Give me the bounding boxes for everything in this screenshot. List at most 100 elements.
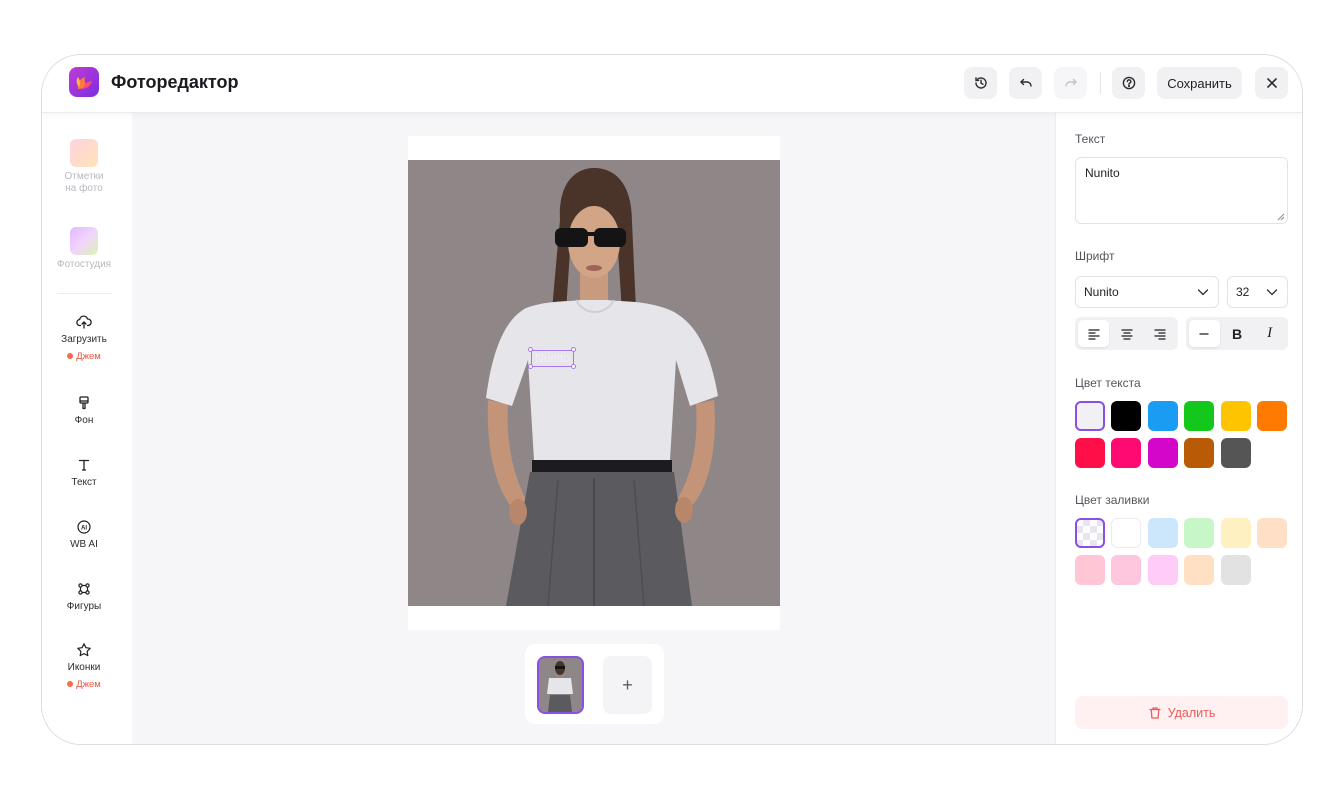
tool-background[interactable]: Фон <box>42 395 126 427</box>
canvas-area: Nunito + <box>132 113 1055 744</box>
text-color-swatch[interactable] <box>1147 401 1178 431</box>
svg-text:AI: AI <box>81 525 87 531</box>
align-center-button[interactable] <box>1111 320 1142 347</box>
fill-color-swatch[interactable] <box>1184 555 1215 585</box>
page-thumbnail[interactable] <box>537 656 584 714</box>
bold-button[interactable]: B <box>1222 320 1253 347</box>
text-align-group <box>1075 317 1178 350</box>
fill-color-swatch[interactable] <box>1075 518 1105 548</box>
no-style-button[interactable] <box>1189 320 1220 347</box>
italic-button[interactable]: I <box>1254 320 1285 347</box>
align-right-button[interactable] <box>1144 320 1175 347</box>
save-button[interactable]: Сохранить <box>1157 67 1242 99</box>
tool-text-label: Текст <box>71 477 97 488</box>
help-button[interactable] <box>1112 67 1145 99</box>
redo-icon <box>1064 78 1077 87</box>
text-input-value: Nunito <box>1085 166 1120 180</box>
resize-handle[interactable] <box>571 347 576 352</box>
text-color-swatch[interactable] <box>1075 401 1105 431</box>
tool-upload-label: Загрузить <box>61 334 107 345</box>
add-page-button[interactable]: + <box>603 656 652 714</box>
paint-brush-icon <box>79 396 89 410</box>
tool-icons[interactable]: Иконки Джем <box>42 642 126 692</box>
font-section-label: Шрифт <box>1075 249 1115 263</box>
resize-handle[interactable] <box>528 347 533 352</box>
trash-icon <box>1148 706 1161 719</box>
text-color-swatch[interactable] <box>1184 401 1215 431</box>
history-button[interactable] <box>964 67 997 99</box>
align-left-button[interactable] <box>1078 320 1109 347</box>
align-left-icon <box>1087 328 1100 340</box>
text-color-swatch[interactable] <box>1220 401 1251 431</box>
product-photo[interactable]: Nunito <box>408 160 780 606</box>
header: Фоторедактор Сохранить <box>42 55 1302 113</box>
font-select[interactable]: Nunito <box>1075 276 1219 308</box>
text-color-swatch[interactable] <box>1111 438 1142 468</box>
text-color-swatch[interactable] <box>1220 438 1251 468</box>
close-icon <box>1266 78 1277 88</box>
tool-studio-label: Фотостудия <box>56 259 112 270</box>
tool-tags[interactable]: Отметки на фото <box>42 139 126 195</box>
canvas-page[interactable]: Nunito <box>408 136 780 630</box>
left-toolbar: Отметки на фото Фотостудия Загрузить Дже… <box>42 113 132 744</box>
editor-window: Фоторедактор Сохранить Отметки на фото Ф… <box>41 54 1303 745</box>
text-color-swatch[interactable] <box>1257 401 1287 431</box>
tool-studio[interactable]: Фотостудия <box>42 227 126 271</box>
resize-grip-icon[interactable] <box>1277 213 1285 221</box>
minus-icon <box>1199 332 1209 335</box>
fill-color-swatch[interactable] <box>1184 518 1215 548</box>
tag-tile-icon <box>70 139 98 167</box>
delete-button[interactable]: Удалить <box>1075 696 1288 729</box>
fill-color-swatch[interactable] <box>1147 555 1178 585</box>
fill-color-swatch[interactable] <box>1111 555 1142 585</box>
tool-wb-ai[interactable]: AI WB AI <box>42 519 126 551</box>
text-input[interactable]: Nunito <box>1075 157 1288 224</box>
model-photo-image <box>408 160 780 606</box>
fill-color-swatch[interactable] <box>1257 518 1287 548</box>
fill-color-swatch[interactable] <box>1220 518 1251 548</box>
tool-wb-ai-label: WB AI <box>70 539 98 550</box>
text-layer[interactable]: Nunito <box>531 350 574 367</box>
shapes-icon <box>78 583 90 595</box>
history-icon <box>974 77 987 89</box>
text-style-group: B I <box>1186 317 1288 350</box>
upload-cloud-icon <box>76 315 92 329</box>
redo-button[interactable] <box>1054 67 1087 99</box>
text-color-swatch[interactable] <box>1111 401 1142 431</box>
chevron-down-icon <box>1197 289 1209 296</box>
fill-color-label: Цвет заливки <box>1075 493 1150 507</box>
align-right-icon <box>1153 328 1166 340</box>
tool-text[interactable]: Текст <box>42 457 126 489</box>
fill-color-swatch[interactable] <box>1075 555 1105 585</box>
tool-icons-label: Иконки <box>67 662 101 673</box>
font-size-value: 32 <box>1236 285 1250 299</box>
undo-button[interactable] <box>1009 67 1042 99</box>
text-color-swatch[interactable] <box>1184 438 1215 468</box>
tool-shapes[interactable]: Фигуры <box>42 581 126 613</box>
tool-upload[interactable]: Загрузить Джем <box>42 314 126 364</box>
text-color-swatch[interactable] <box>1147 438 1178 468</box>
text-color-swatch[interactable] <box>1075 438 1105 468</box>
toolbar-divider <box>57 293 112 294</box>
font-size-select[interactable]: 32 <box>1227 276 1288 308</box>
fill-color-swatch[interactable] <box>1111 518 1142 548</box>
undo-icon <box>1019 78 1032 87</box>
close-button[interactable] <box>1255 67 1288 99</box>
text-icon <box>78 459 90 471</box>
resize-handle[interactable] <box>528 364 533 369</box>
text-section-label: Текст <box>1075 132 1106 146</box>
fill-color-swatch[interactable] <box>1147 518 1178 548</box>
help-icon <box>1122 76 1135 90</box>
font-select-value: Nunito <box>1084 285 1119 299</box>
page-thumbnails: + <box>525 644 664 724</box>
app-title: Фоторедактор <box>111 72 239 92</box>
fill-color-swatch[interactable] <box>1220 555 1251 585</box>
studio-tile-icon <box>70 227 98 255</box>
resize-handle[interactable] <box>571 364 576 369</box>
delete-label: Удалить <box>1167 705 1216 720</box>
tool-shapes-label: Фигуры <box>66 601 102 612</box>
text-color-label: Цвет текста <box>1075 376 1141 390</box>
tool-tags-label: Отметки на фото <box>64 171 104 194</box>
align-center-icon <box>1120 328 1133 340</box>
star-icon <box>77 643 91 657</box>
